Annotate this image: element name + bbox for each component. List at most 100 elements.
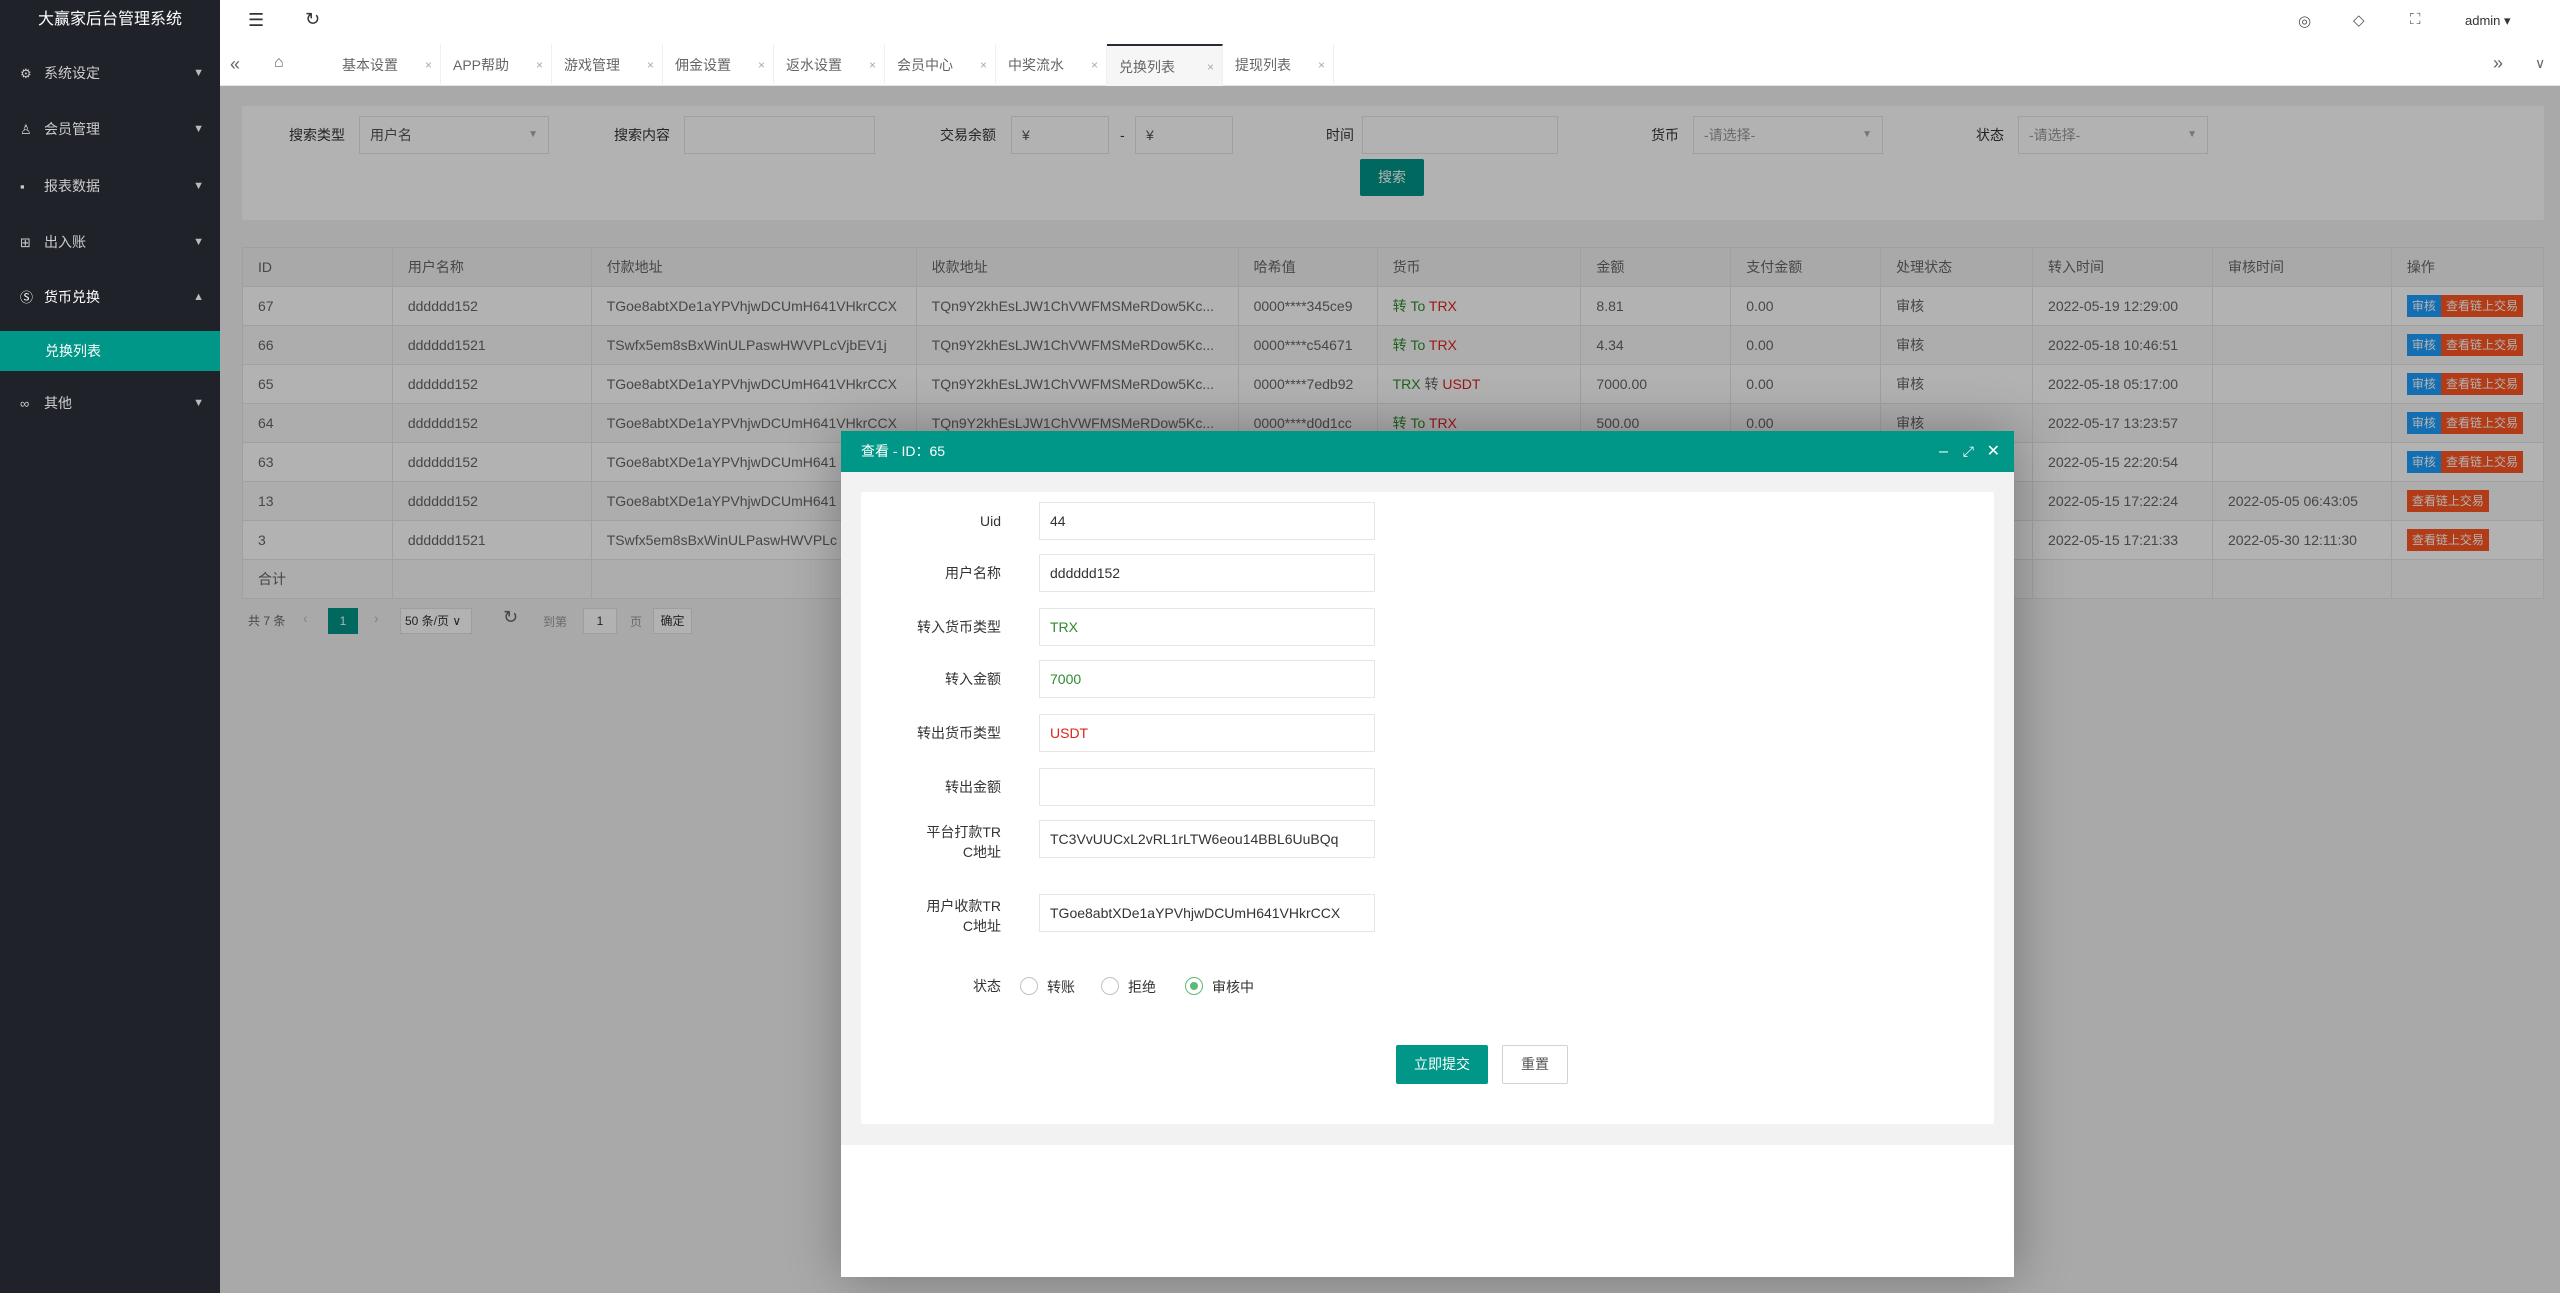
submit-button[interactable]: 立即提交: [1396, 1045, 1488, 1084]
tab-label: APP帮助: [453, 57, 510, 73]
detail-form: Uid 44 用户名称 dddddd152 转入货币类型 TRX 转入金额 7000 转出货币类…: [861, 492, 1994, 1124]
maximize-icon[interactable]: ⤢: [1963, 431, 1974, 472]
tab-1[interactable]: APP帮助 ×: [441, 44, 552, 86]
top-header: ☰ ↻ ◎ ◇ ⛶ admin ▾: [220, 0, 2560, 44]
field-label: 转入金额: [945, 671, 1001, 687]
tab-label: 提现列表: [1235, 57, 1291, 73]
tab-0[interactable]: 基本设置 ×: [330, 44, 441, 86]
modal-title: 查看 - ID：65: [861, 443, 946, 459]
home-icon[interactable]: ⌂: [274, 54, 284, 72]
app-title: 大赢家后台管理系统: [37, 11, 182, 28]
caret-down-icon: ▼: [193, 123, 204, 135]
caret-down-icon: ▼: [193, 67, 204, 79]
tab-6[interactable]: 中奖流水 ×: [996, 44, 1107, 86]
sidebar-item-members[interactable]: ♙ 会员管理 ▼: [0, 101, 220, 157]
tab-close-icon[interactable]: ×: [1207, 46, 1214, 88]
status-radio-0[interactable]: [1020, 977, 1038, 995]
status-radio-2[interactable]: [1185, 977, 1203, 995]
sidebar-item-label: 货币兑换: [44, 289, 100, 305]
sidebar-item-label: 出入账: [44, 234, 86, 250]
sidebar-item-label: 报表数据: [44, 178, 100, 194]
report-icon: ▪: [20, 179, 25, 194]
field-input[interactable]: [1039, 768, 1375, 806]
menu-toggle-icon[interactable]: ☰: [248, 10, 264, 31]
field-input[interactable]: TRX: [1039, 608, 1375, 646]
status-radio-label[interactable]: 审核中: [1212, 977, 1254, 997]
close-icon[interactable]: ✕: [1987, 431, 2000, 472]
dollar-icon: Ⓢ: [20, 290, 34, 305]
tab-4[interactable]: 返水设置 ×: [774, 44, 885, 86]
sidebar-item-label: 会员管理: [44, 121, 100, 137]
sidebar-item-exchange[interactable]: Ⓢ 货币兑换 ▲: [0, 269, 220, 325]
link-icon: ∞: [20, 396, 30, 411]
tabs-scroll-right-icon[interactable]: »: [2493, 53, 2503, 74]
status-radio-label[interactable]: 转账: [1047, 977, 1075, 997]
status-radio-label[interactable]: 拒绝: [1128, 977, 1156, 997]
tab-label: 佣金设置: [675, 57, 731, 73]
caret-down-icon: ▼: [193, 397, 204, 409]
tab-label: 游戏管理: [564, 57, 620, 73]
sidebar-item-label: 系统设定: [44, 65, 100, 81]
tab-label: 中奖流水: [1008, 57, 1064, 73]
field-input[interactable]: dddddd152: [1039, 554, 1375, 592]
tab-label: 基本设置: [342, 57, 398, 73]
tab-close-icon[interactable]: ×: [869, 44, 876, 86]
user-icon: ♙: [20, 122, 32, 137]
sidebar: 大赢家后台管理系统 ⚙ 系统设定 ▼ ♙ 会员管理 ▼ ▪ 报表数据 ▼ ⊞ 出入账 ▼ Ⓢ 货币…: [0, 0, 220, 1293]
field-input[interactable]: 7000: [1039, 660, 1375, 698]
reset-button[interactable]: 重置: [1502, 1045, 1568, 1084]
caret-down-icon: ▼: [193, 236, 204, 248]
fullscreen-icon[interactable]: ⛶: [2410, 11, 2421, 28]
tab-close-icon[interactable]: ×: [1091, 44, 1098, 86]
minimize-icon[interactable]: –: [1939, 431, 1948, 472]
field-input[interactable]: TC3VvUUCxL2vRL1rLTW6eou14BBL6UuBQq: [1039, 820, 1375, 858]
gear-icon: ⚙: [20, 66, 32, 81]
tab-close-icon[interactable]: ×: [1318, 44, 1325, 86]
palette-icon[interactable]: ◎: [2298, 12, 2311, 30]
field-label: 用户收款TRC地址: [926, 898, 1001, 934]
book-icon: ⊞: [20, 235, 31, 250]
tab-2[interactable]: 游戏管理 ×: [552, 44, 663, 86]
tab-label: 兑换列表: [1119, 59, 1175, 75]
caret-down-icon: ▼: [193, 180, 204, 192]
sidebar-subitem-exchange-list[interactable]: 兑换列表: [0, 331, 220, 371]
tab-close-icon[interactable]: ×: [647, 44, 654, 86]
status-field-label: 状态: [973, 978, 1001, 994]
refresh-icon[interactable]: ↻: [305, 9, 320, 30]
tag-icon[interactable]: ◇: [2353, 11, 2365, 29]
tab-close-icon[interactable]: ×: [758, 44, 765, 86]
view-modal: 查看 - ID：65 – ⤢ ✕ Uid 44 用户名称 dddddd152 转入货币类…: [841, 431, 2014, 1277]
tab-8[interactable]: 提现列表 ×: [1223, 44, 1334, 86]
tab-close-icon[interactable]: ×: [980, 44, 987, 86]
tab-close-icon[interactable]: ×: [425, 44, 432, 86]
modal-body: Uid 44 用户名称 dddddd152 转入货币类型 TRX 转入金额 7000 转出货币类…: [841, 472, 2014, 1145]
field-input[interactable]: USDT: [1039, 714, 1375, 752]
tab-7[interactable]: 兑换列表 ×: [1107, 44, 1223, 86]
username: admin: [2465, 13, 2501, 28]
modal-title-bar: 查看 - ID：65 – ⤢ ✕: [841, 431, 2014, 472]
sidebar-item-label: 其他: [44, 395, 72, 411]
field-label: 转出金额: [945, 779, 1001, 795]
field-label: 转入货币类型: [917, 619, 1001, 635]
tab-label: 返水设置: [786, 57, 842, 73]
field-label: 平台打款TRC地址: [926, 824, 1001, 860]
sidebar-item-other[interactable]: ∞ 其他 ▼: [0, 375, 220, 431]
field-label: Uid: [979, 513, 1001, 529]
caret-up-icon: ▲: [193, 291, 204, 303]
status-radio-1[interactable]: [1101, 977, 1119, 995]
tab-close-icon[interactable]: ×: [536, 44, 543, 86]
field-input[interactable]: TGoe8abtXDe1aYPVhjwDCUmH641VHkrCCX: [1039, 894, 1375, 932]
field-label: 转出货币类型: [917, 725, 1001, 741]
sidebar-item-system[interactable]: ⚙ 系统设定 ▼: [0, 45, 220, 101]
user-menu[interactable]: admin ▾: [2465, 13, 2511, 29]
sidebar-item-accounts[interactable]: ⊞ 出入账 ▼: [0, 214, 220, 270]
caret-down-icon: ▾: [2504, 13, 2511, 28]
tab-label: 会员中心: [897, 57, 953, 73]
field-input[interactable]: 44: [1039, 502, 1375, 540]
tabs-scroll-left-icon[interactable]: «: [230, 54, 240, 75]
tab-3[interactable]: 佣金设置 ×: [663, 44, 774, 86]
tab-5[interactable]: 会员中心 ×: [885, 44, 996, 86]
sidebar-item-reports[interactable]: ▪ 报表数据 ▼: [0, 158, 220, 214]
tab-bar: « ⌂ 基本设置 × APP帮助 × 游戏管理 × 佣金设置 × 返水设置 × 会员中心 × 中奖流水 ×…: [220, 44, 2560, 86]
tabs-dropdown-icon[interactable]: ∨: [2535, 55, 2545, 72]
